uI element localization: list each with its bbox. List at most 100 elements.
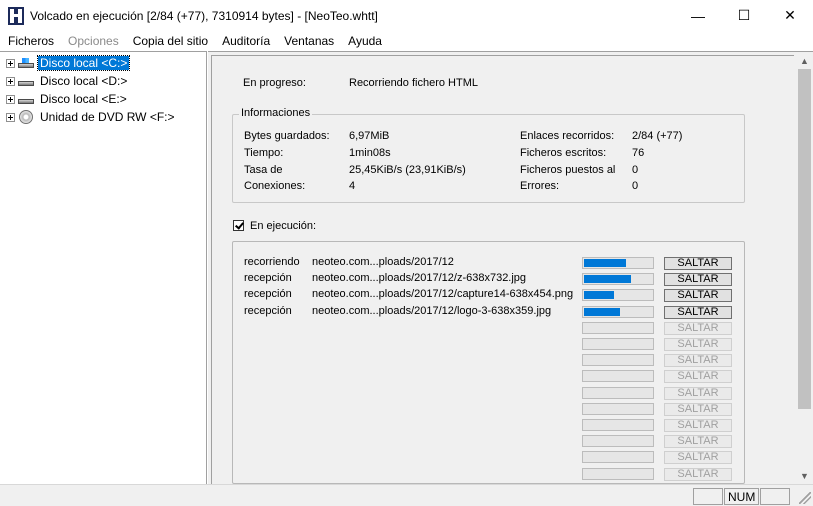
menu-ventanas[interactable]: Ventanas — [276, 34, 340, 48]
scroll-up-icon[interactable]: ▲ — [796, 52, 813, 69]
dvd-drive-icon — [19, 110, 33, 124]
maximize-button[interactable]: ☐ — [721, 0, 767, 31]
task-progress-fill — [584, 275, 631, 284]
task-url: neoteo.com...ploads/2017/12/capture14-63… — [312, 288, 574, 301]
skip-button: SALTAR — [664, 435, 732, 449]
title-bar: Volcado en ejecución [2/84 (+77), 731091… — [0, 0, 813, 31]
task-progress-bar — [582, 257, 654, 269]
time-label: Tiempo: — [244, 147, 284, 159]
errors-label: Errores: — [520, 180, 560, 192]
task-progress-bar — [582, 451, 654, 464]
connections-label: Conexiones: — [244, 180, 306, 192]
status-bar: NUM — [0, 484, 813, 506]
menu-ficheros[interactable]: Ficheros — [0, 34, 60, 48]
status-cell-empty — [693, 488, 723, 505]
skip-button: SALTAR — [664, 467, 732, 481]
task-progress-fill — [584, 259, 626, 267]
task-progress-bar — [582, 435, 654, 448]
skip-button: SALTAR — [664, 354, 732, 368]
tree-item-label[interactable]: Disco local <E:> — [38, 92, 129, 106]
in-progress-label: En progreso: — [243, 77, 306, 89]
task-progress-bar — [582, 386, 654, 399]
links-scanned-value: 2/84 (+77) — [632, 130, 683, 142]
files-updated-value: 0 — [632, 164, 639, 176]
skip-button: SALTAR — [664, 338, 732, 351]
expand-icon[interactable] — [6, 112, 15, 122]
task-progress-fill — [584, 291, 614, 300]
skip-button[interactable]: SALTAR — [664, 305, 732, 319]
info-group: Informaciones Bytes guardados: 6,97MiB T… — [232, 107, 745, 203]
task-progress-bar — [582, 338, 654, 350]
tree-item-label[interactable]: Disco local <C:> — [36, 55, 131, 71]
task-progress-bar — [582, 370, 654, 383]
expand-icon[interactable] — [6, 94, 15, 104]
task-url: neoteo.com...ploads/2017/12/z-638x732.jp… — [312, 272, 527, 285]
running-checkbox[interactable] — [233, 220, 244, 231]
local-disk-icon — [18, 94, 34, 104]
task-progress-bar — [582, 419, 654, 431]
task-status: recepción — [244, 288, 292, 301]
skip-button: SALTAR — [664, 419, 732, 432]
files-written-label: Ficheros escritos: — [520, 147, 607, 159]
transfer-rate-value: 25,45KiB/s (23,91KiB/s) — [349, 164, 466, 176]
vertical-scrollbar[interactable]: ▲ ▼ — [796, 52, 813, 484]
links-scanned-label: Enlaces recorridos: — [520, 130, 615, 142]
files-updated-label: Ficheros puestos al — [520, 164, 616, 176]
status-cell-empty — [760, 488, 790, 505]
drive-tree: Disco local <C:> Disco local <D:> Disco … — [0, 51, 207, 484]
local-disk-system-icon — [18, 58, 34, 68]
window-title: Volcado en ejecución [2/84 (+77), 731091… — [30, 8, 378, 23]
resize-grip-icon[interactable] — [799, 492, 811, 504]
task-progress-bar — [582, 467, 654, 480]
task-progress-fill — [584, 307, 620, 316]
close-button[interactable]: ✕ — [767, 0, 813, 31]
menu-auditoria[interactable]: Auditoría — [214, 34, 276, 48]
menu-opciones[interactable]: Opciones — [60, 34, 125, 48]
tree-item-drive-f[interactable]: Unidad de DVD RW <F:> — [6, 108, 177, 126]
skip-button: SALTAR — [664, 321, 732, 335]
in-progress-value: Recorriendo fichero HTML — [349, 77, 478, 89]
minimize-button[interactable]: — — [675, 0, 721, 31]
expand-icon[interactable] — [6, 58, 15, 68]
num-lock-indicator: NUM — [724, 488, 759, 505]
transfer-rate-label: Tasa de — [244, 164, 283, 176]
skip-button: SALTAR — [664, 451, 732, 465]
menu-ayuda[interactable]: Ayuda — [340, 34, 388, 48]
task-url: neoteo.com...ploads/2017/12 — [312, 256, 454, 268]
skip-button[interactable]: SALTAR — [664, 289, 732, 303]
connections-value: 4 — [349, 180, 356, 192]
bytes-saved-value: 6,97MiB — [349, 130, 390, 142]
menu-bar: Ficheros Opciones Copia del sitio Audito… — [0, 31, 813, 51]
tree-item-drive-d[interactable]: Disco local <D:> — [6, 72, 129, 90]
task-progress-bar — [582, 289, 654, 302]
skip-button[interactable]: SALTAR — [664, 257, 732, 270]
mirror-progress-pane: En progreso: Recorriendo fichero HTML In… — [208, 51, 813, 484]
progress-panel: En progreso: Recorriendo fichero HTML In… — [211, 55, 794, 484]
menu-copia-del-sitio[interactable]: Copia del sitio — [125, 34, 214, 48]
httrack-app-icon — [8, 6, 24, 25]
skip-button: SALTAR — [664, 370, 732, 384]
task-progress-bar — [582, 273, 654, 286]
tree-item-label[interactable]: Unidad de DVD RW <F:> — [38, 110, 177, 124]
scroll-thumb[interactable] — [798, 69, 811, 409]
task-url: neoteo.com...ploads/2017/12/logo-3-638x3… — [312, 304, 552, 317]
running-checkbox-label: En ejecución: — [250, 220, 317, 232]
task-progress-bar — [582, 321, 654, 334]
info-group-title: Informaciones — [239, 107, 313, 119]
time-value: 1min08s — [349, 147, 391, 159]
task-progress-bar — [582, 354, 654, 367]
skip-button[interactable]: SALTAR — [664, 273, 732, 287]
expand-icon[interactable] — [6, 76, 15, 86]
tree-item-drive-e[interactable]: Disco local <E:> — [6, 90, 129, 108]
skip-button: SALTAR — [664, 386, 732, 400]
task-status: recorriendo — [244, 256, 300, 268]
scroll-down-icon[interactable]: ▼ — [796, 467, 813, 484]
tree-item-drive-c[interactable]: Disco local <C:> — [6, 54, 131, 72]
window-controls: — ☐ ✕ — [675, 0, 813, 31]
task-status: recepción — [244, 304, 292, 317]
errors-value: 0 — [632, 180, 639, 192]
tree-item-label[interactable]: Disco local <D:> — [38, 74, 129, 88]
skip-button: SALTAR — [664, 402, 732, 416]
bytes-saved-label: Bytes guardados: — [244, 130, 330, 142]
task-status: recepción — [244, 272, 292, 285]
